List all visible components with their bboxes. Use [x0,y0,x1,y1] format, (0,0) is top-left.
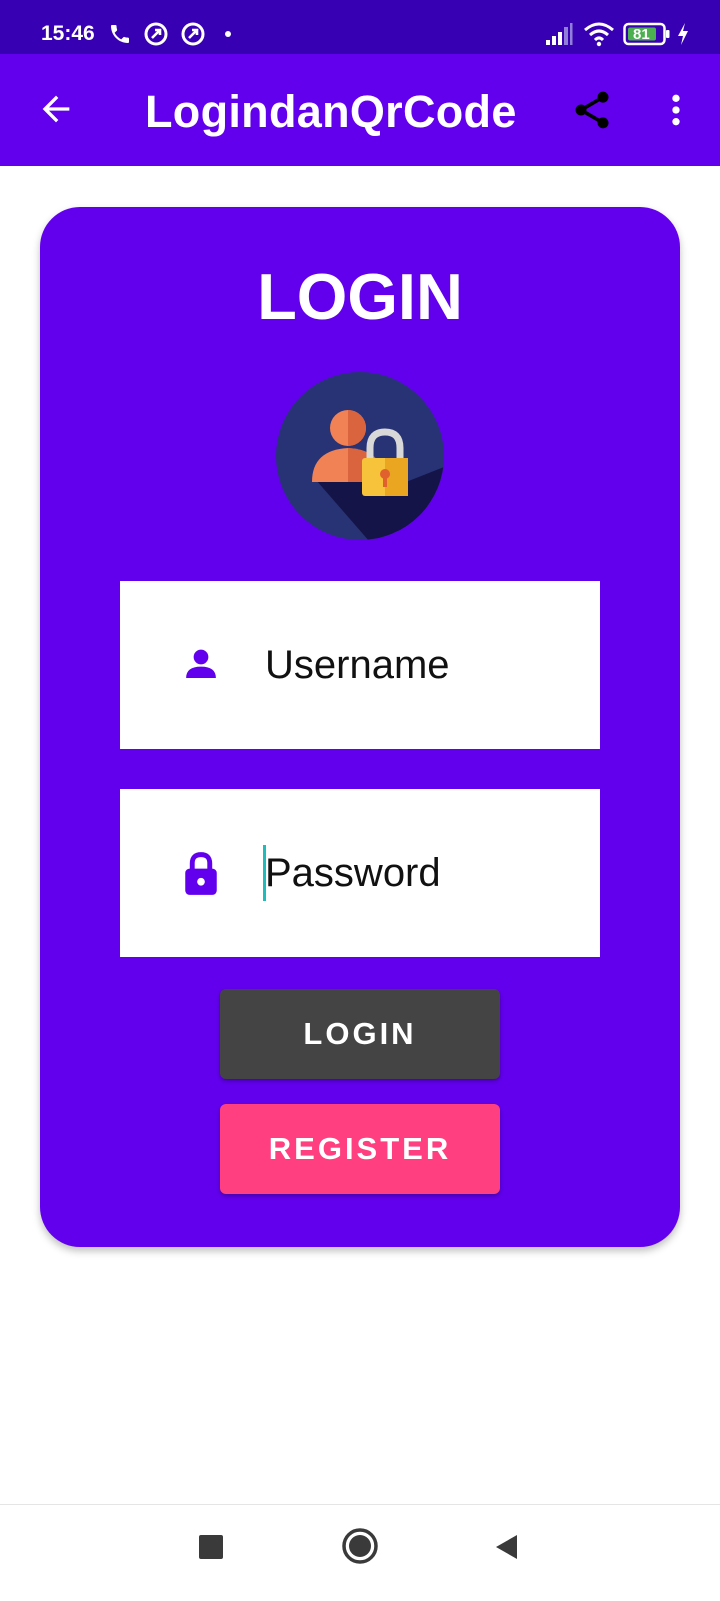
login-title: LOGIN [257,260,463,333]
back-arrow-icon[interactable] [36,89,76,129]
wifi-icon [584,22,614,47]
user-lock-avatar-icon [276,372,444,540]
phone-icon [111,25,129,43]
register-button[interactable]: REGISTER [220,1104,500,1194]
app-notification-icon [181,22,205,46]
status-time: 15:46 [41,22,95,45]
person-icon [186,649,216,678]
login-button[interactable]: LOGIN [220,989,500,1079]
battery-level: 81 [633,26,650,43]
password-input[interactable]: Password [265,851,441,896]
share-icon[interactable] [570,88,614,132]
dot-icon [225,31,231,37]
back-triangle-icon[interactable] [492,1532,522,1562]
username-field[interactable]: Username [120,581,600,749]
lock-icon [185,852,217,895]
login-card: LOGIN Username Password LOGIN REGISTER [40,207,680,1247]
password-field[interactable]: Password [120,789,600,957]
recents-square-icon[interactable] [196,1532,226,1562]
more-vert-icon[interactable] [656,90,696,130]
navigation-bar [0,1504,720,1601]
app-notification-icon [144,22,168,46]
app-title: LogindanQrCode [145,86,517,137]
home-circle-icon[interactable] [341,1527,379,1565]
username-input[interactable]: Username [265,643,450,688]
charging-icon [678,23,688,45]
signal-icon [546,23,573,45]
status-bar: 15:46 81 [0,0,720,54]
app-bar: LogindanQrCode [0,54,720,166]
